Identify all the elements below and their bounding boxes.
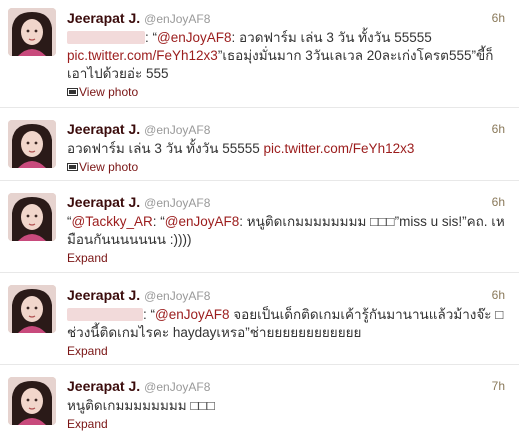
view-photo-label[interactable]: View photo — [79, 159, 138, 175]
tweet-username[interactable]: @enJoyAF8 — [144, 289, 210, 303]
tweet-text: : “@enJoyAF8: อวดฟาร์ม เล่น 3 วัน ทั้งวั… — [67, 29, 509, 83]
view-photo-link[interactable]: View photo — [67, 84, 138, 100]
tweet[interactable]: Jeerapat J. @enJoyAF8 6h : “@enJoyAF8: อว… — [0, 0, 519, 108]
tweet-time[interactable]: 7h — [492, 377, 505, 395]
expand-label[interactable]: Expand — [67, 250, 108, 266]
tweet-username[interactable]: @enJoyAF8 — [144, 12, 210, 26]
tweet[interactable]: Jeerapat J. @enJoyAF8 6h : “@enJoyAF8 จอย… — [0, 273, 519, 365]
tweet[interactable]: Jeerapat J. @enJoyAF8 6h “@Tackky_AR: “@e… — [0, 181, 519, 273]
view-photo-link[interactable]: View photo — [67, 159, 138, 175]
tweet-timeline: Jeerapat J. @enJoyAF8 6h : “@enJoyAF8: อว… — [0, 0, 519, 438]
avatar[interactable] — [8, 193, 56, 241]
view-photo-label[interactable]: View photo — [79, 84, 138, 100]
tweet-author-name[interactable]: Jeerapat J. — [67, 378, 140, 394]
tweet-text: : “@enJoyAF8 จอยเป็นเด็กติดเกมเค้ารู้กัน… — [67, 306, 509, 342]
mention-link[interactable]: @enJoyAF8 — [155, 307, 230, 322]
expand-label[interactable]: Expand — [67, 416, 108, 432]
tweet-author-name[interactable]: Jeerapat J. — [67, 121, 140, 137]
mention-link[interactable]: @enJoyAF8 — [157, 30, 232, 45]
avatar[interactable] — [8, 8, 56, 56]
tweet-author-name[interactable]: Jeerapat J. — [67, 194, 140, 210]
avatar[interactable] — [8, 120, 56, 168]
redacted-mention — [67, 31, 145, 44]
tweet-time[interactable]: 6h — [492, 193, 505, 211]
photo-icon — [67, 163, 78, 171]
photo-icon — [67, 88, 78, 96]
tweet-text-segment: อวดฟาร์ม เล่น 3 วัน ทั้งวัน 55555 — [67, 141, 264, 156]
tweet-text-segment: หนูติดเกมมมมมมมม □□□ — [67, 398, 215, 413]
tweet-time[interactable]: 6h — [492, 286, 505, 304]
tweet-text-segment: : “ — [145, 30, 157, 45]
tweet-username[interactable]: @enJoyAF8 — [144, 123, 210, 137]
expand-link[interactable]: Expand — [67, 416, 108, 432]
mention-link[interactable]: @enJoyAF8 — [165, 214, 240, 229]
tweet-text-segment: : อวดฟาร์ม เล่น 3 วัน ทั้งวัน 55555 — [231, 30, 432, 45]
tweet-text: “@Tackky_AR: “@enJoyAF8: หนูติดเกมมมมมมม… — [67, 213, 509, 249]
expand-link[interactable]: Expand — [67, 250, 108, 266]
avatar[interactable] — [8, 285, 56, 333]
tweet[interactable]: Jeerapat J. @enJoyAF8 7h หนูติดเกมมมมมมมม… — [0, 365, 519, 438]
tweet-text-segment: : “ — [152, 214, 165, 229]
tweet-time[interactable]: 6h — [492, 120, 505, 138]
expand-label[interactable]: Expand — [67, 343, 108, 359]
redacted-mention — [67, 308, 143, 321]
tweet-author-name[interactable]: Jeerapat J. — [67, 10, 140, 26]
tweet-username[interactable]: @enJoyAF8 — [144, 196, 210, 210]
photo-link[interactable]: pic.twitter.com/FeYh12x3 — [264, 141, 415, 156]
expand-link[interactable]: Expand — [67, 343, 108, 359]
tweet-time[interactable]: 6h — [492, 9, 505, 27]
tweet-author-name[interactable]: Jeerapat J. — [67, 287, 140, 303]
mention-link[interactable]: @Tackky_AR — [72, 214, 153, 229]
photo-link[interactable]: pic.twitter.com/FeYh12x3 — [67, 48, 218, 63]
avatar[interactable] — [8, 377, 56, 425]
tweet[interactable]: Jeerapat J. @enJoyAF8 6h อวดฟาร์ม เล่น 3 … — [0, 108, 519, 181]
tweet-text-segment: : “ — [143, 307, 155, 322]
tweet-username[interactable]: @enJoyAF8 — [144, 380, 210, 394]
tweet-text: อวดฟาร์ม เล่น 3 วัน ทั้งวัน 55555 pic.tw… — [67, 140, 509, 158]
tweet-text: หนูติดเกมมมมมมมม □□□ — [67, 397, 509, 415]
